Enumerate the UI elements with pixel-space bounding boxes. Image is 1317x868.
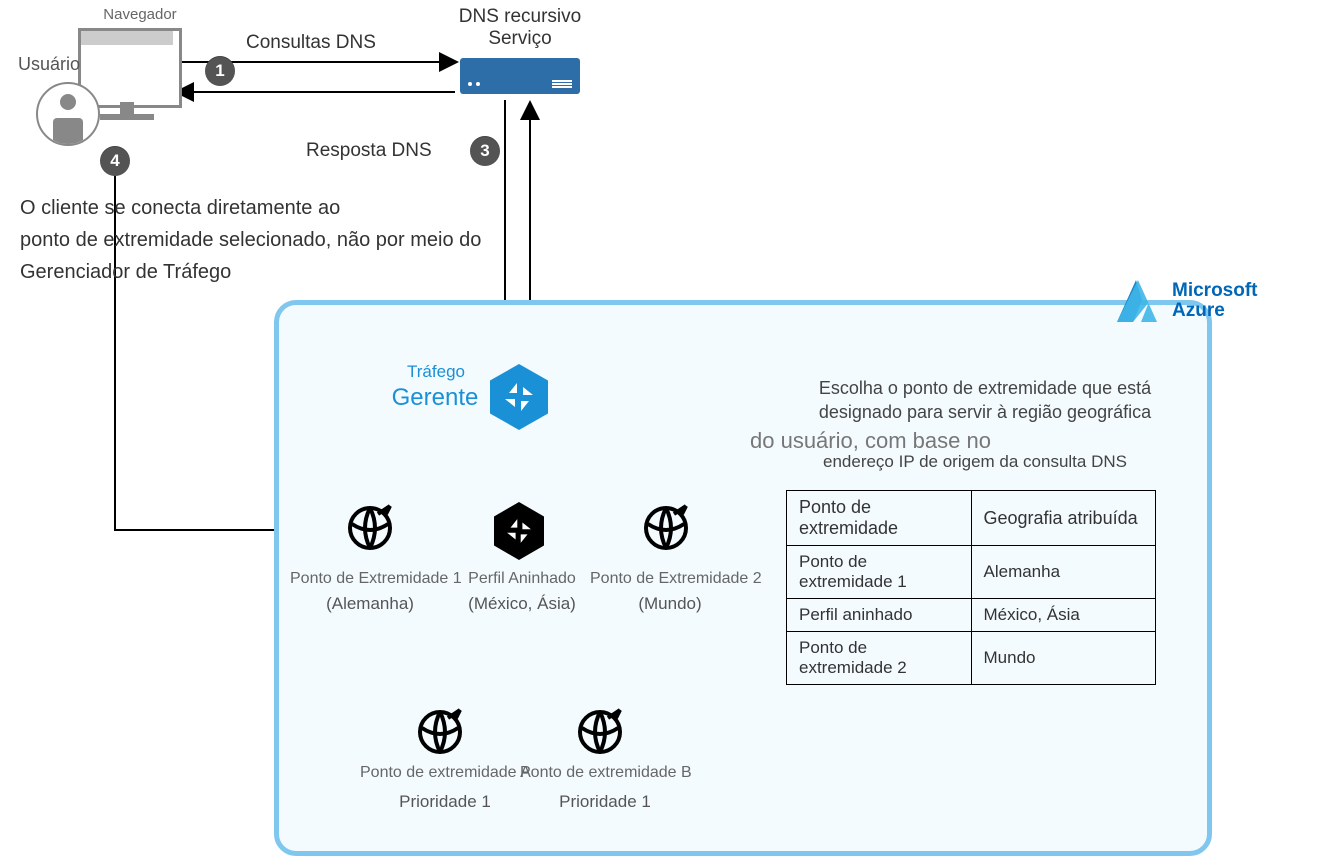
client-desc-line1: O cliente se conecta diretamente ao bbox=[20, 192, 481, 224]
endpoint-b-label-line1: Ponto de extremidade B bbox=[520, 764, 690, 782]
table-cell: Perfil aninhado bbox=[787, 599, 972, 632]
endpoint-a-label-line2: Prioridade 1 bbox=[360, 792, 530, 812]
endpoint-1-globe-icon bbox=[346, 504, 394, 552]
choose-desc-line3: do usuário, com base no bbox=[750, 428, 991, 454]
choose-desc-line2: designado para servir à região geográfic… bbox=[800, 402, 1170, 423]
nested-profile-label-line2: (México, Ásia) bbox=[452, 594, 592, 614]
browser-tabbar-icon bbox=[81, 31, 173, 45]
table-cell: Mundo bbox=[971, 632, 1156, 685]
monitor-stand-icon bbox=[120, 102, 134, 114]
table-cell: Alemanha bbox=[971, 546, 1156, 599]
dns-title-line2: Serviço bbox=[440, 28, 600, 50]
dns-title-line1: DNS recursivo bbox=[440, 6, 600, 28]
endpoint-2-label-line2: (Mundo) bbox=[590, 594, 750, 614]
azure-logo: Microsoft Azure bbox=[1112, 276, 1258, 326]
dns-response-label: Resposta DNS bbox=[306, 140, 432, 162]
azure-brand-line2: Azure bbox=[1172, 301, 1258, 321]
endpoint-a-label-line1: Ponto de extremidade A bbox=[360, 764, 530, 782]
traffic-label-2: Gerente bbox=[380, 384, 490, 412]
azure-brand-line1: Microsoft bbox=[1172, 281, 1258, 301]
endpoint-1-label-line1: Ponto de Extremidade 1 bbox=[290, 570, 450, 588]
client-direct-description: O cliente se conecta diretamente ao pont… bbox=[20, 192, 481, 288]
step-4-badge: 4 bbox=[100, 146, 130, 176]
step-3-badge: 3 bbox=[470, 136, 500, 166]
user-label: Usuário bbox=[18, 54, 80, 75]
table-cell: Ponto de extremidade 2 bbox=[787, 632, 972, 685]
nested-profile-label-line1: Perfil Aninhado bbox=[452, 570, 592, 588]
monitor-base-icon bbox=[100, 114, 154, 120]
geography-mapping-table: Ponto de extremidade Geografia atribuída… bbox=[786, 490, 1156, 685]
step-1-badge: 1 bbox=[205, 56, 235, 86]
endpoint-a-globe-icon bbox=[416, 708, 464, 756]
endpoint-2-label-line1: Ponto de Extremidade 2 bbox=[590, 570, 750, 588]
choose-desc-line1: Escolha o ponto de extremidade que está bbox=[800, 378, 1170, 399]
table-row: Ponto de extremidade 2 Mundo bbox=[787, 632, 1156, 685]
dns-server-icon bbox=[460, 58, 580, 94]
choose-desc-line4: endereço IP de origem da consulta DNS bbox=[790, 452, 1160, 472]
dns-queries-label: Consultas DNS bbox=[246, 32, 376, 54]
client-desc-line3: Gerenciador de Tráfego bbox=[20, 256, 481, 288]
client-desc-line2: ponto de extremidade selecionado, não po… bbox=[20, 224, 481, 256]
table-cell: México, Ásia bbox=[971, 599, 1156, 632]
traffic-label-1: Tráfego bbox=[396, 362, 476, 382]
table-row: Ponto de extremidade 1 Alemanha bbox=[787, 546, 1156, 599]
endpoint-b-label-line2: Prioridade 1 bbox=[520, 792, 690, 812]
table-header-geography: Geografia atribuída bbox=[971, 491, 1156, 546]
endpoint-2-globe-icon bbox=[642, 504, 690, 552]
user-avatar-icon bbox=[36, 82, 100, 146]
table-row: Perfil aninhado México, Ásia bbox=[787, 599, 1156, 632]
endpoint-1-label-line2: (Alemanha) bbox=[290, 594, 450, 614]
table-header-endpoint: Ponto de extremidade bbox=[787, 491, 972, 546]
endpoint-b-globe-icon bbox=[576, 708, 624, 756]
azure-logo-icon bbox=[1112, 276, 1162, 326]
table-cell: Ponto de extremidade 1 bbox=[787, 546, 972, 599]
browser-label: Navegador bbox=[80, 6, 200, 23]
